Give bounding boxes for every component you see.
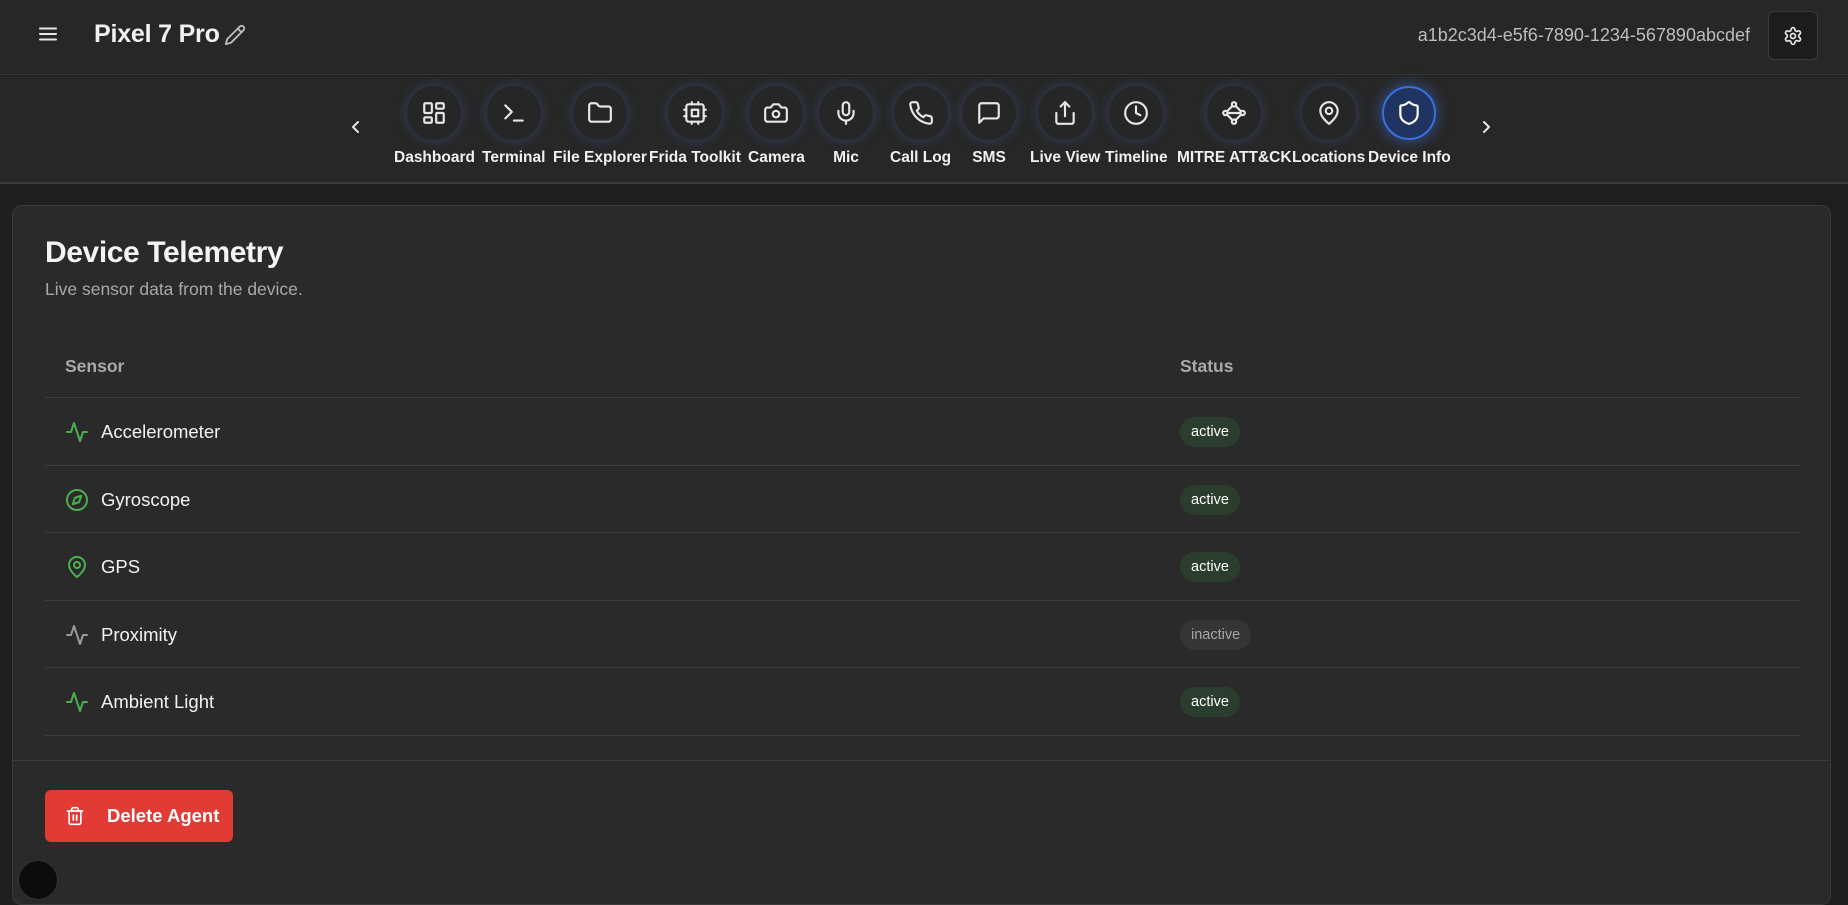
floating-action-button[interactable]	[18, 860, 58, 900]
table-row: GPS active	[45, 533, 1800, 601]
nav-item-live-view[interactable]: Live View	[1030, 86, 1100, 167]
nav-label: Frida Toolkit	[649, 149, 741, 166]
nav-item-locations[interactable]: Locations	[1292, 86, 1365, 167]
activity-icon	[65, 420, 89, 444]
activity-icon	[65, 690, 89, 714]
table-row: Ambient Light active	[45, 668, 1800, 736]
card-footer-divider	[13, 760, 1830, 761]
trash-icon	[65, 806, 85, 826]
nav-item-file-explorer[interactable]: File Explorer	[553, 86, 647, 167]
menu-button[interactable]	[34, 20, 62, 48]
nav-item-device-info[interactable]: Device Info	[1368, 86, 1451, 167]
nav-item-terminal[interactable]: Terminal	[482, 86, 545, 167]
nav-label: Dashboard	[394, 149, 475, 166]
map-pin-icon	[1301, 86, 1356, 140]
chevron-right-icon	[1480, 118, 1492, 136]
mic-icon	[819, 86, 873, 140]
nav-label: MITRE ATT&CK	[1177, 149, 1292, 166]
nav-label: Mic	[833, 149, 859, 166]
compass-icon	[65, 488, 89, 512]
nav-scroll-left-button[interactable]	[350, 118, 362, 136]
table-header: Sensor Status	[45, 331, 1800, 398]
nav-label: Live View	[1030, 149, 1101, 166]
edit-name-button[interactable]	[224, 24, 246, 46]
sensor-name: Gyroscope	[101, 488, 191, 510]
telemetry-card: Device Telemetry Live sensor data from t…	[12, 205, 1831, 905]
sensor-name: Proximity	[101, 623, 178, 645]
sensor-name: Accelerometer	[101, 421, 221, 442]
status-badge: active	[1180, 687, 1240, 717]
card-title: Device Telemetry	[45, 236, 284, 269]
nav-item-mitre-attack[interactable]: MITRE ATT&CK	[1177, 86, 1292, 167]
nav-item-mic[interactable]: Mic	[819, 86, 873, 167]
map-pin-icon	[65, 555, 89, 579]
top-bar: Pixel 7 Pro a1b2c3d4-e5f6-7890-1234-5678…	[0, 0, 1848, 75]
card-subtitle: Live sensor data from the device.	[45, 279, 303, 299]
column-header-sensor: Sensor	[65, 356, 125, 376]
nav-item-camera[interactable]: Camera	[748, 86, 805, 167]
sensor-name: Ambient Light	[101, 691, 215, 712]
chevron-left-icon	[350, 118, 362, 136]
folder-icon	[572, 86, 627, 140]
module-nav: Dashboard Terminal File Explorer Frida T…	[0, 76, 1848, 184]
settings-button[interactable]	[1768, 11, 1818, 60]
hamburger-menu-icon	[39, 27, 57, 41]
nav-item-dashboard[interactable]: Dashboard	[394, 86, 475, 167]
camera-icon	[749, 86, 804, 140]
column-header-status: Status	[1180, 356, 1234, 376]
message-icon	[962, 86, 1016, 140]
status-badge: inactive	[1180, 619, 1252, 650]
nav-item-call-log[interactable]: Call Log	[890, 86, 951, 167]
activity-icon	[65, 623, 89, 647]
shield-icon	[1382, 86, 1437, 140]
sensor-table: Sensor Status Accelerometer active Gyros…	[45, 331, 1800, 736]
nav-label: SMS	[972, 149, 1006, 166]
sensor-name: GPS	[101, 556, 141, 577]
cpu-icon	[667, 86, 722, 140]
nav-label: Timeline	[1105, 149, 1168, 166]
table-row: Gyroscope active	[45, 466, 1800, 533]
nav-label: Camera	[748, 149, 805, 166]
table-row: Accelerometer active	[45, 398, 1800, 466]
gear-icon	[1783, 26, 1803, 46]
phone-icon	[893, 86, 948, 140]
nav-item-sms[interactable]: SMS	[962, 86, 1016, 167]
nav-label: Call Log	[890, 149, 952, 166]
delete-agent-label: Delete Agent	[107, 805, 220, 826]
nav-label: Locations	[1292, 149, 1366, 166]
share-icon	[1038, 86, 1093, 140]
status-badge: active	[1180, 552, 1240, 582]
table-row: Proximity inactive	[45, 601, 1800, 668]
pencil-icon	[224, 24, 246, 46]
nav-label: File Explorer	[553, 149, 647, 166]
nav-scroll-right-button[interactable]	[1480, 118, 1492, 136]
terminal-icon	[486, 86, 541, 140]
nav-label: Terminal	[482, 149, 546, 166]
dashboard-icon	[407, 86, 462, 140]
status-badge: active	[1180, 484, 1240, 515]
workflow-icon	[1207, 86, 1262, 140]
device-name: Pixel 7 Pro	[94, 20, 220, 48]
nav-item-frida-toolkit[interactable]: Frida Toolkit	[649, 86, 741, 167]
delete-agent-button[interactable]: Delete Agent	[45, 790, 233, 842]
status-badge: active	[1180, 417, 1240, 447]
clock-icon	[1109, 86, 1164, 140]
device-id: a1b2c3d4-e5f6-7890-1234-567890abcdef	[1417, 25, 1750, 45]
nav-item-timeline[interactable]: Timeline	[1105, 86, 1168, 167]
nav-label: Device Info	[1368, 149, 1451, 166]
